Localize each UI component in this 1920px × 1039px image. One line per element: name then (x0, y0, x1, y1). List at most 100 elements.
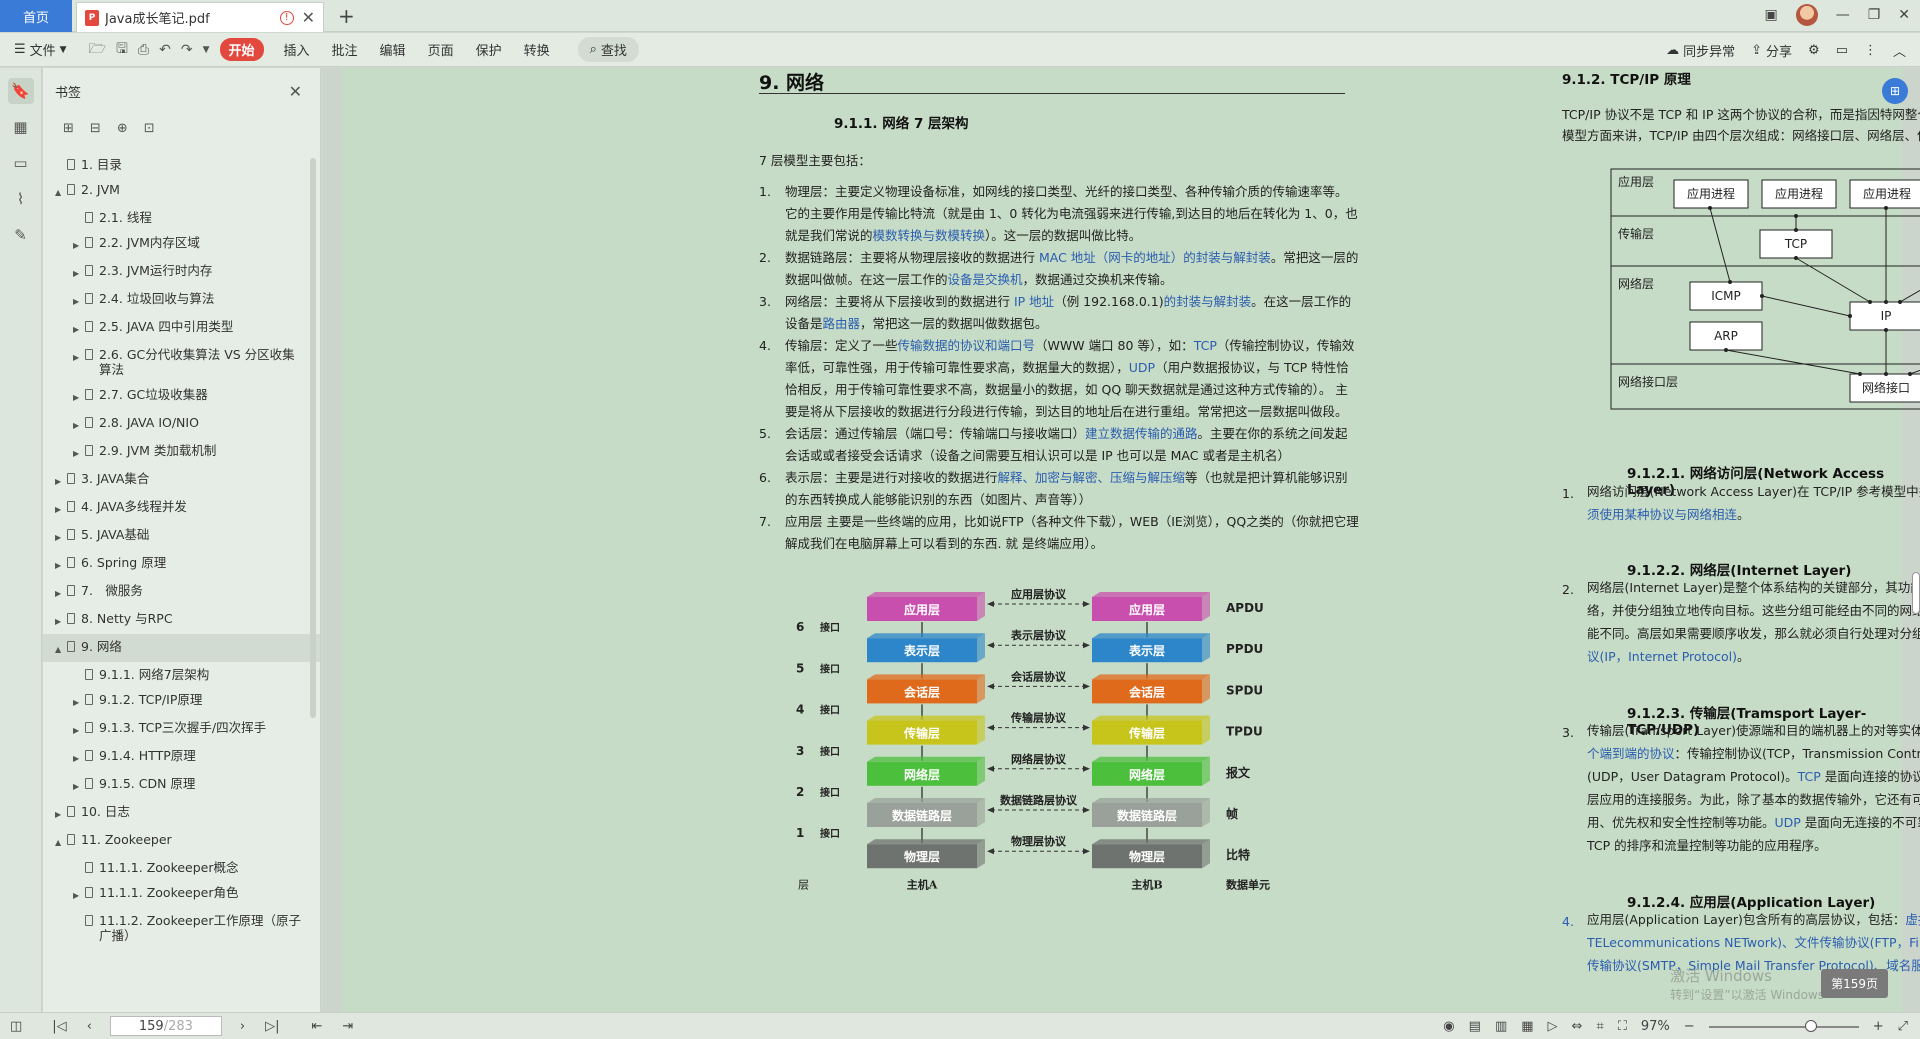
toggle-sidebar-icon[interactable]: ◫ (10, 1019, 22, 1034)
single-page-icon[interactable]: ▤ (1469, 1019, 1481, 1034)
collapsed-arrow-icon[interactable]: ▶ (73, 418, 83, 433)
print-icon[interactable]: ⎙ (138, 42, 149, 58)
bookmark-item[interactable]: ▶3. JAVA集合 (43, 466, 320, 494)
signature-icon[interactable]: ✎ (8, 222, 34, 248)
collapse-icon[interactable]: ︿ (1893, 41, 1906, 60)
bookmark-item[interactable]: 9.1.1. 网络7层架构 (43, 662, 320, 687)
collapsed-arrow-icon[interactable]: ▶ (55, 474, 65, 489)
collapsed-arrow-icon[interactable]: ▶ (73, 446, 83, 461)
collapsed-arrow-icon[interactable]: ▶ (55, 614, 65, 629)
fit-page-icon[interactable]: ⤢ (1898, 1019, 1908, 1034)
expanded-arrow-icon[interactable]: ▲ (55, 642, 65, 657)
expanded-arrow-icon[interactable]: ▲ (55, 185, 65, 200)
bookmark-item[interactable]: 11.1.1. Zookeeper概念 (43, 855, 320, 880)
bookmark-item[interactable]: ▶9.1.3. TCP三次握手/四次挥手 (43, 715, 320, 743)
collapsed-arrow-icon[interactable]: ▶ (73, 266, 83, 281)
zoom-slider[interactable] (1709, 1026, 1859, 1028)
reader-mode-icon[interactable]: ▣ (1764, 7, 1777, 23)
bookmark-item[interactable]: ▶7. 微服务 (43, 578, 320, 606)
annotation-icon[interactable]: ▭ (8, 150, 34, 176)
collapsed-arrow-icon[interactable]: ▶ (73, 322, 83, 337)
tab-annotate[interactable]: 批注 (332, 40, 358, 59)
save-icon[interactable]: 🖫 (116, 38, 128, 62)
back-icon[interactable]: ⇤ (311, 1019, 322, 1034)
bookmark-icon[interactable]: ⊡ (144, 121, 155, 136)
collapsed-arrow-icon[interactable]: ▶ (55, 807, 65, 822)
bookmark-item[interactable]: ▶11.1.1. Zookeeper角色 (43, 880, 320, 908)
restore-icon[interactable]: ❐ (1868, 7, 1881, 23)
last-page-icon[interactable]: ▷| (265, 1019, 279, 1034)
collapsed-arrow-icon[interactable]: ▶ (73, 751, 83, 766)
zoom-slider-knob[interactable] (1805, 1020, 1817, 1032)
play-icon[interactable]: ▷ (1548, 1019, 1558, 1034)
bookmark-item[interactable]: ▶2.4. 垃圾回收与算法 (43, 286, 320, 314)
tab-convert[interactable]: 转换 (524, 40, 550, 59)
attachment-icon[interactable]: ⌇ (8, 186, 34, 212)
collapsed-arrow-icon[interactable]: ▶ (55, 530, 65, 545)
page-number-input[interactable]: 159 /283 (110, 1016, 222, 1036)
collapsed-arrow-icon[interactable]: ▶ (73, 695, 83, 710)
more-icon[interactable]: ⋮ (1864, 43, 1877, 58)
add-bookmark-icon[interactable]: ⊕ (117, 121, 128, 136)
bookmark-item[interactable]: ▶2.3. JVM运行时内存 (43, 258, 320, 286)
first-page-icon[interactable]: |◁ (52, 1019, 66, 1034)
prev-page-icon[interactable]: ‹ (87, 1019, 92, 1034)
collapsed-arrow-icon[interactable]: ▶ (55, 586, 65, 601)
bookmark-item[interactable]: 2.1. 线程 (43, 205, 320, 230)
bookmark-item[interactable]: ▶2.8. JAVA IO/NIO (43, 410, 320, 438)
eye-protection-icon[interactable]: ◉ (1443, 1019, 1454, 1034)
open-folder-icon[interactable]: 🗁 (89, 38, 106, 62)
bookmark-item[interactable]: ▶5. JAVA基础 (43, 522, 320, 550)
bookmark-item[interactable]: 11.1.2. Zookeeper工作原理（原子广播） (43, 908, 320, 948)
bookmark-item[interactable]: ▶2.6. GC分代收集算法 VS 分区收集算法 (43, 342, 320, 382)
undo-icon[interactable]: ↶ (159, 42, 171, 58)
two-page-icon[interactable]: ▦ (1521, 1019, 1533, 1034)
close-tab-icon[interactable]: ✕ (302, 8, 315, 27)
collapsed-arrow-icon[interactable]: ▶ (73, 390, 83, 405)
expanded-arrow-icon[interactable]: ▲ (55, 835, 65, 850)
bookmark-item[interactable]: ▶2.5. JAVA 四中引用类型 (43, 314, 320, 342)
bookmark-item[interactable]: ▶10. 日志 (43, 799, 320, 827)
collapsed-arrow-icon[interactable]: ▶ (55, 558, 65, 573)
search-button[interactable]: ⌕ 查找 (578, 37, 639, 62)
redo-icon[interactable]: ↷ (181, 42, 193, 58)
tab-protect[interactable]: 保护 (476, 40, 502, 59)
collapse-all-icon[interactable]: ⊟ (90, 121, 101, 136)
new-tab-button[interactable]: + (338, 4, 355, 28)
collapsed-arrow-icon[interactable]: ▶ (55, 502, 65, 517)
collapsed-arrow-icon[interactable]: ▶ (73, 350, 83, 365)
collapsed-arrow-icon[interactable]: ▶ (73, 888, 83, 903)
document-scrollbar-thumb[interactable] (1912, 572, 1920, 614)
bookmark-item[interactable]: ▶2.2. JVM内存区域 (43, 230, 320, 258)
bookmark-item[interactable]: ▶2.7. GC垃圾收集器 (43, 382, 320, 410)
bookmark-item[interactable]: ▶9.1.2. TCP/IP原理 (43, 687, 320, 715)
next-page-icon[interactable]: › (240, 1019, 245, 1034)
bookmark-item[interactable]: ▲2. JVM (43, 177, 320, 205)
bookmark-item[interactable]: ▶2.9. JVM 类加载机制 (43, 438, 320, 466)
collapsed-arrow-icon[interactable]: ▶ (73, 779, 83, 794)
float-action-icon[interactable]: ⊞ (1882, 78, 1908, 104)
tab-page[interactable]: 页面 (428, 40, 454, 59)
bookmark-scrollbar[interactable] (310, 158, 316, 718)
avatar[interactable] (1796, 4, 1818, 26)
sync-status-button[interactable]: ☁ 同步异常 (1666, 41, 1735, 60)
expand-all-icon[interactable]: ⊞ (63, 121, 74, 136)
crop-icon[interactable]: ⌗ (1596, 1019, 1603, 1034)
file-menu-button[interactable]: ☰ 文件 ▼ (14, 40, 67, 59)
forward-icon[interactable]: ⇥ (342, 1019, 353, 1034)
bookmark-item[interactable]: ▶9.1.5. CDN 原理 (43, 771, 320, 799)
minimize-icon[interactable]: — (1836, 7, 1850, 23)
collapsed-arrow-icon[interactable]: ▶ (73, 294, 83, 309)
bookmark-item[interactable]: ▶4. JAVA多线程并发 (43, 494, 320, 522)
bookmark-item[interactable]: ▶6. Spring 原理 (43, 550, 320, 578)
comment-icon[interactable]: ▭ (1836, 43, 1848, 58)
close-window-icon[interactable]: ✕ (1898, 7, 1910, 23)
fit-width-icon[interactable]: ⇔ (1572, 1019, 1583, 1034)
settings-icon[interactable]: ⚙ (1808, 43, 1820, 58)
more-dropdown-icon[interactable]: ▼ (203, 45, 210, 55)
bookmark-panel-icon[interactable]: 🔖 (8, 78, 34, 104)
collapsed-arrow-icon[interactable]: ▶ (73, 723, 83, 738)
document-viewport[interactable]: 9. 网络 9.1.1. 网络 7 层架构 7 层模型主要包括： 1.物理层：主… (322, 68, 1920, 1012)
bookmark-item[interactable]: 1. 目录 (43, 152, 320, 177)
tab-insert[interactable]: 插入 (284, 40, 310, 59)
